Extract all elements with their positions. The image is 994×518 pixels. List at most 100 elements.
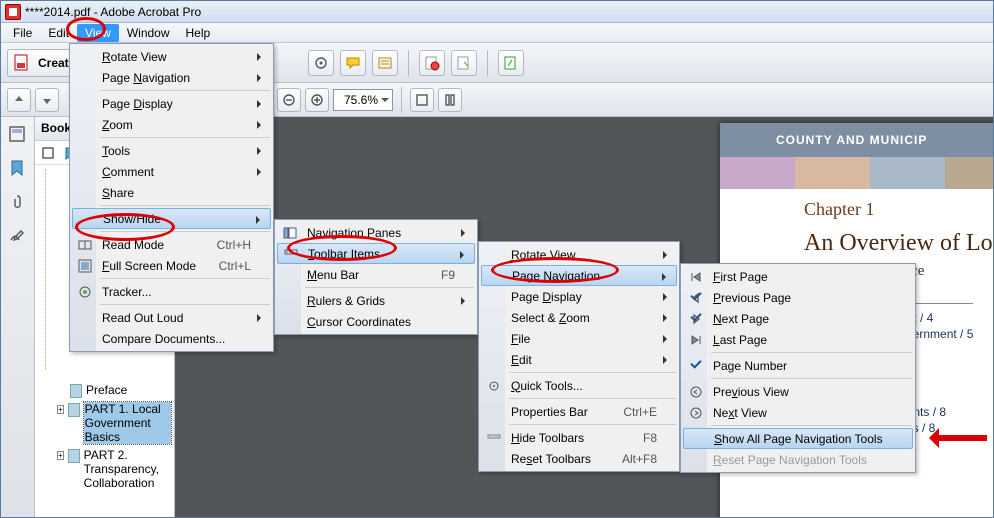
tool-icon-3[interactable] [498,50,524,76]
menu-item[interactable]: Zoom [72,114,271,135]
menu-item[interactable]: Previous Page [683,287,913,308]
navigation-rail [1,117,35,517]
new-bookmark-icon[interactable] [41,146,55,160]
showhide-menu: Navigation PanesToolbar ItemsMenu BarF9 R… [274,219,478,335]
bookmarks-items: Preface +PART 1. Local Government Basics… [45,381,173,492]
view-menu: Rotate View Page Navigation Page DisplayZo… [69,43,274,352]
panes-icon [282,225,298,241]
menu-item-label: Cursor Coordinates [307,315,455,329]
menu-item-label: Select & Zoom [511,311,657,325]
menu-item-label: Rotate View [511,248,657,262]
gear-icon[interactable] [308,50,334,76]
tool-icon-1[interactable] [419,50,445,76]
submenu-arrow-icon [257,100,265,108]
menu-item[interactable]: Read Out Loud [72,307,271,328]
menu-item[interactable]: Hide ToolbarsF8 [481,427,677,448]
bookmark-item[interactable]: +PART 2. Transparency, Collaboration [55,446,173,492]
zoom-out-icon[interactable] [277,88,301,112]
menu-item[interactable]: Tools [72,140,271,161]
menu-file[interactable]: File [5,24,40,42]
app-icon [5,4,21,20]
menu-item[interactable]: Read ModeCtrl+H [72,234,271,255]
menu-item[interactable]: Page Number [683,355,913,376]
menu-item[interactable]: Comment [72,161,271,182]
menu-help[interactable]: Help [178,24,219,42]
menu-edit[interactable]: Edit [40,24,77,42]
toolbar-icon [283,247,299,263]
comment-icon[interactable] [340,50,366,76]
menu-item[interactable]: Page Display [72,93,271,114]
menu-shortcut: F8 [623,431,657,445]
menu-item[interactable]: Show All Page Navigation Tools [683,428,913,449]
menu-item[interactable]: Rotate View [72,46,271,67]
prevview-icon [688,384,704,400]
menu-window[interactable]: Window [119,24,178,42]
menu-item[interactable]: Full Screen ModeCtrl+L [72,255,271,276]
page-navigation-menu: First PagePrevious PageNext Page Last Pag… [680,263,916,473]
menu-item-label: Comment [102,165,251,179]
page-heading: An Overview of Loc [804,230,993,257]
menu-item[interactable]: Select & Zoom [481,307,677,328]
submenu-arrow-icon [663,356,671,364]
menu-item[interactable]: Compare Documents... [72,328,271,349]
menu-item[interactable]: File [481,328,677,349]
submenu-arrow-icon [663,251,671,259]
bookmark-ribbon-icon[interactable] [8,159,28,179]
check-icon [690,357,701,368]
menu-item[interactable]: Previous View [683,381,913,402]
menu-item[interactable]: Page Display [481,286,677,307]
menu-item-label: Quick Tools... [511,379,657,393]
signatures-icon[interactable] [8,227,28,247]
submenu-arrow-icon [461,229,469,237]
up-arrow-icon[interactable] [7,88,31,112]
menu-item-label: Next View [713,406,893,420]
menu-item[interactable]: Edit [481,349,677,370]
page-chapter: Chapter 1 [804,199,993,220]
down-arrow-icon[interactable] [35,88,59,112]
tool-icon-2[interactable] [451,50,477,76]
menu-item[interactable]: Page Navigation [481,265,677,286]
attachments-icon[interactable] [8,193,28,213]
fullscreen-icon [77,258,93,274]
zoom-field[interactable]: 75.6% [333,89,393,111]
menu-item[interactable]: Rotate View [481,244,677,265]
menu-item[interactable]: Menu BarF9 [277,264,475,285]
menu-item[interactable]: Reset ToolbarsAlt+F8 [481,448,677,469]
menu-item[interactable]: Toolbar Items [277,243,475,264]
menu-item-label: Last Page [713,333,893,347]
menu-item[interactable]: Tracker... [72,281,271,302]
bookmark-item[interactable]: +PART 1. Local Government Basics [55,400,173,446]
menu-item[interactable]: Quick Tools... [481,375,677,396]
menu-item-label: Full Screen Mode [102,259,199,273]
menu-item[interactable]: Next Page [683,308,913,329]
toolbar-items-menu: Rotate View Page NavigationPage Display Se… [478,241,680,472]
menu-item[interactable]: Navigation Panes [277,222,475,243]
fit-width-icon[interactable] [438,88,462,112]
menu-item[interactable]: Show/Hide [72,208,271,229]
menu-item[interactable]: Last Page [683,329,913,350]
zoom-in-icon[interactable] [305,88,329,112]
submenu-arrow-icon [460,251,468,259]
highlight-icon[interactable] [372,50,398,76]
menu-shortcut: Ctrl+H [197,238,251,252]
tracker-icon [77,284,93,300]
bookmark-item[interactable]: Preface [55,381,173,400]
menu-item-label: Properties Bar [511,405,603,419]
page-thumbnails-icon[interactable] [8,125,28,145]
menu-item-label: File [511,332,657,346]
fit-page-icon[interactable] [410,88,434,112]
menu-item-label: Rotate View [102,50,251,64]
menu-item: Reset Page Navigation Tools [683,449,913,470]
menu-item[interactable]: Cursor Coordinates [277,311,475,332]
menu-view[interactable]: View [77,24,119,42]
submenu-arrow-icon [663,293,671,301]
menu-item[interactable]: Rulers & Grids [277,290,475,311]
menu-item[interactable]: Page Navigation [72,67,271,88]
menu-item-label: Tools [102,144,251,158]
menu-item[interactable]: Share [72,182,271,203]
menu-item-label: Compare Documents... [102,332,251,346]
menu-item[interactable]: Properties BarCtrl+E [481,401,677,422]
menu-item[interactable]: Next View [683,402,913,423]
menu-item[interactable]: First Page [683,266,913,287]
menu-item-label: Hide Toolbars [511,431,623,445]
